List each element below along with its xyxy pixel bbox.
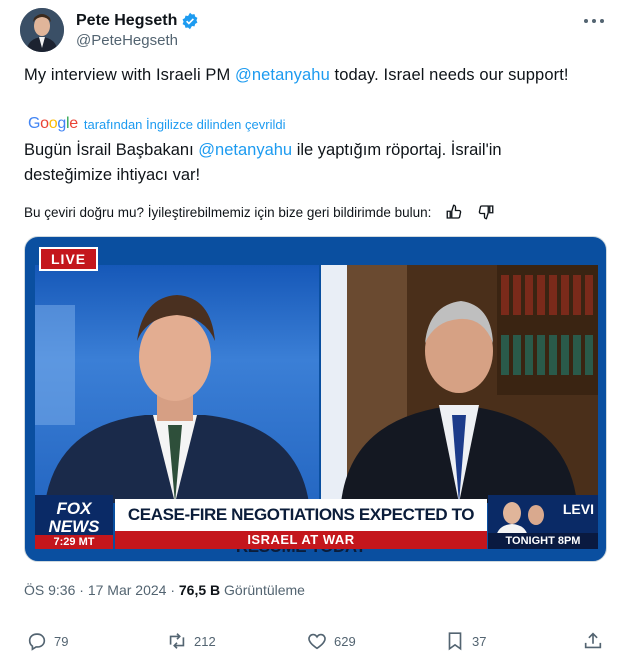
like-button[interactable]: 629 — [306, 630, 356, 652]
translation-feedback: Bu çeviri doğru mu? İyileştirebilmemiz i… — [24, 203, 495, 221]
repost-button[interactable]: 212 — [166, 630, 216, 652]
broadcast-time: 7:29 MT — [35, 535, 113, 549]
name-row: Pete Hegseth — [76, 12, 199, 30]
tweet-meta: ÖS 9:36 · 17 Mar 2024 · 76,5 B Görüntüle… — [24, 582, 305, 598]
meta-separator-2: · — [170, 582, 175, 598]
google-logo: Google — [28, 115, 78, 132]
interviewer-image — [35, 295, 309, 503]
repost-count: 212 — [194, 633, 216, 649]
views-label: Görüntüleme — [224, 582, 305, 598]
author-name[interactable]: Pete Hegseth — [76, 12, 177, 30]
tweet-time[interactable]: ÖS 9:36 — [24, 582, 75, 598]
netanyahu-pane — [321, 265, 598, 503]
tweet-date[interactable]: 17 Mar 2024 — [88, 582, 167, 598]
verified-badge-icon — [182, 12, 198, 30]
translated-text-start: Bugün İsrail Başbakanı — [24, 141, 199, 159]
reply-button[interactable]: 79 — [26, 630, 68, 652]
action-bar: 79 212 629 37 — [26, 630, 606, 654]
share-icon — [584, 632, 602, 649]
chyron-headline: CEASE-FIRE NEGOTIATIONS EXPECTED TO RESU… — [115, 499, 487, 556]
view-count: 76,5 B — [178, 582, 221, 598]
bookmark-icon — [448, 632, 462, 651]
promo-box: LEVI TONIGHT 8PM — [488, 495, 598, 549]
promo-schedule: TONIGHT 8PM — [488, 533, 598, 549]
network-name: FOX NEWS — [48, 499, 100, 536]
avatar[interactable] — [20, 8, 64, 52]
guest-image — [321, 265, 598, 503]
promo-name: LEVI — [562, 501, 594, 517]
translation-source-note[interactable]: tarafından İngilizce dilinden çevrildi — [84, 117, 286, 132]
chyron-subhead: ISRAEL AT WAR — [115, 531, 487, 549]
translated-mention-link[interactable]: @netanyahu — [198, 141, 292, 159]
mention-link[interactable]: @netanyahu — [235, 66, 330, 84]
bookmark-count: 37 — [472, 633, 487, 649]
promo-portrait — [496, 502, 544, 537]
fox-news-logo: FOX NEWS 7:29 MT — [35, 495, 113, 549]
tweet-media-video[interactable]: LIVE FOX NEWS 7:29 MT CEASE-FIRE NEGOTIA… — [24, 236, 607, 562]
bookmark-button[interactable]: 37 — [444, 630, 486, 652]
interviewer-pane — [35, 265, 319, 503]
translated-text: Bugün İsrail Başbakanı @netanyahu ile ya… — [24, 138, 594, 188]
thumbs-up-icon[interactable] — [445, 203, 463, 221]
tweet-header: Pete Hegseth @PeteHegseth — [20, 8, 610, 52]
reply-count: 79 — [54, 633, 69, 649]
repost-icon — [169, 633, 185, 649]
tweet-text: My interview with Israeli PM @netanyahu … — [24, 62, 594, 89]
heart-icon — [308, 633, 326, 650]
tweet-text-end: today. Israel needs our support! — [329, 66, 569, 84]
live-badge: LIVE — [39, 247, 99, 271]
like-count: 629 — [334, 633, 356, 649]
share-button[interactable] — [582, 630, 604, 652]
thumbs-down-icon[interactable] — [477, 203, 495, 221]
author-handle[interactable]: @PeteHegseth — [76, 32, 178, 49]
tweet-text-start: My interview with Israeli PM — [24, 66, 236, 84]
more-options-icon[interactable] — [582, 12, 606, 30]
feedback-question: Bu çeviri doğru mu? İyileştirebilmemiz i… — [24, 204, 432, 220]
reply-icon — [28, 633, 46, 651]
meta-separator: · — [79, 582, 84, 598]
translated-by: Google tarafından İngilizce dilinden çev… — [28, 115, 285, 133]
